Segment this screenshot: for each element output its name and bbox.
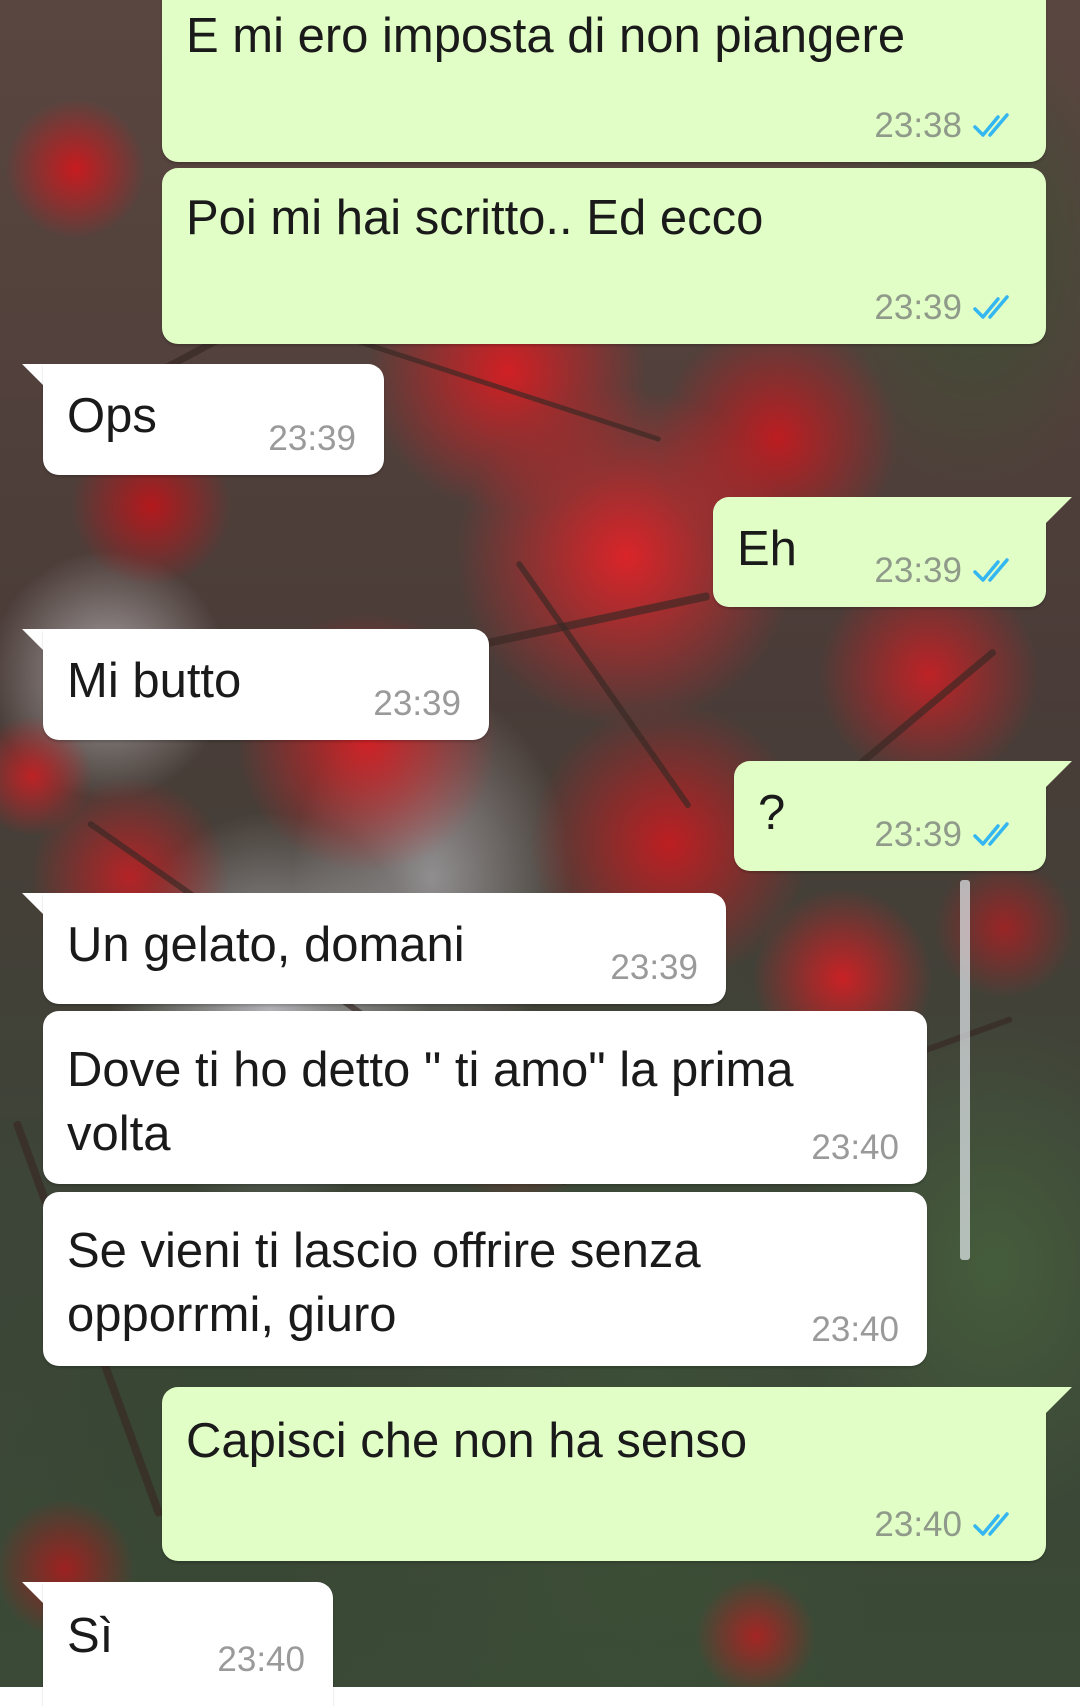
message-text: ?: [758, 786, 786, 840]
message-text: Un gelato, domani: [67, 918, 465, 972]
message-text: Poi mi hai scritto.. Ed ecco: [186, 191, 764, 245]
message-bubble-outgoing[interactable]: Eh 23:39: [713, 497, 1046, 607]
double-check-icon: [973, 113, 1009, 137]
message-text: Mi butto: [67, 654, 242, 708]
message-bubble-incoming[interactable]: Un gelato, domani 23:39: [43, 893, 726, 1004]
message-bubble-outgoing[interactable]: Capisci che non ha senso 23:40: [162, 1387, 1046, 1561]
message-meta: 23:40: [811, 1128, 899, 1168]
double-check-icon: [973, 822, 1009, 846]
message-time: 23:39: [610, 948, 698, 987]
message-text: E mi ero imposta di non piangere: [186, 9, 906, 63]
message-time: 23:38: [874, 106, 962, 145]
message-meta: 23:39: [874, 288, 1018, 328]
message-bubble-outgoing[interactable]: ? 23:39: [734, 761, 1046, 871]
message-meta: 23:39: [373, 684, 461, 724]
message-time: 23:39: [874, 815, 962, 854]
bubble-tail: [1046, 1387, 1072, 1413]
double-check-icon: [973, 1512, 1009, 1536]
double-check-icon: [973, 295, 1009, 319]
message-bubble-incoming[interactable]: Ops 23:39: [43, 364, 384, 475]
message-bubble-incoming[interactable]: Sì 23:40: [43, 1582, 333, 1706]
message-bubble-incoming[interactable]: Se vieni ti lascio offrire senza opporrm…: [43, 1192, 927, 1366]
message-text: Eh: [737, 522, 797, 576]
message-meta: 23:40: [874, 1505, 1018, 1545]
bubble-tail: [1046, 497, 1072, 523]
message-meta: 23:38: [874, 106, 1018, 146]
double-check-icon: [973, 558, 1009, 582]
message-meta: 23:39: [268, 419, 356, 459]
message-time: 23:40: [811, 1310, 899, 1349]
message-time: 23:39: [874, 288, 962, 327]
message-meta: 23:39: [874, 815, 1018, 855]
message-time: 23:39: [373, 684, 461, 723]
message-time: 23:40: [874, 1505, 962, 1544]
message-text: Se vieni ti lascio offrire senza opporrm…: [67, 1224, 701, 1342]
message-text: Dove ti ho detto " ti amo" la prima volt…: [67, 1043, 794, 1161]
message-bubble-outgoing[interactable]: E mi ero imposta di non piangere 23:38: [162, 0, 1046, 162]
message-list[interactable]: E mi ero imposta di non piangere 23:38 P…: [0, 0, 1080, 1706]
message-time: 23:39: [874, 551, 962, 590]
message-meta: 23:39: [610, 948, 698, 988]
message-bubble-outgoing[interactable]: Poi mi hai scritto.. Ed ecco 23:39: [162, 168, 1046, 344]
bubble-tail: [1046, 761, 1072, 787]
message-time: 23:39: [268, 419, 356, 458]
message-text: Capisci che non ha senso: [186, 1414, 748, 1468]
message-bubble-incoming[interactable]: Dove ti ho detto " ti amo" la prima volt…: [43, 1011, 927, 1184]
message-time: 23:40: [217, 1640, 305, 1679]
message-text: Ops: [67, 389, 157, 443]
message-time: 23:40: [811, 1128, 899, 1167]
message-text: Sì: [67, 1609, 114, 1663]
message-bubble-incoming[interactable]: Mi butto 23:39: [43, 629, 489, 740]
message-meta: 23:40: [811, 1310, 899, 1350]
message-meta: 23:39: [874, 551, 1018, 591]
message-meta: 23:40: [217, 1640, 305, 1680]
